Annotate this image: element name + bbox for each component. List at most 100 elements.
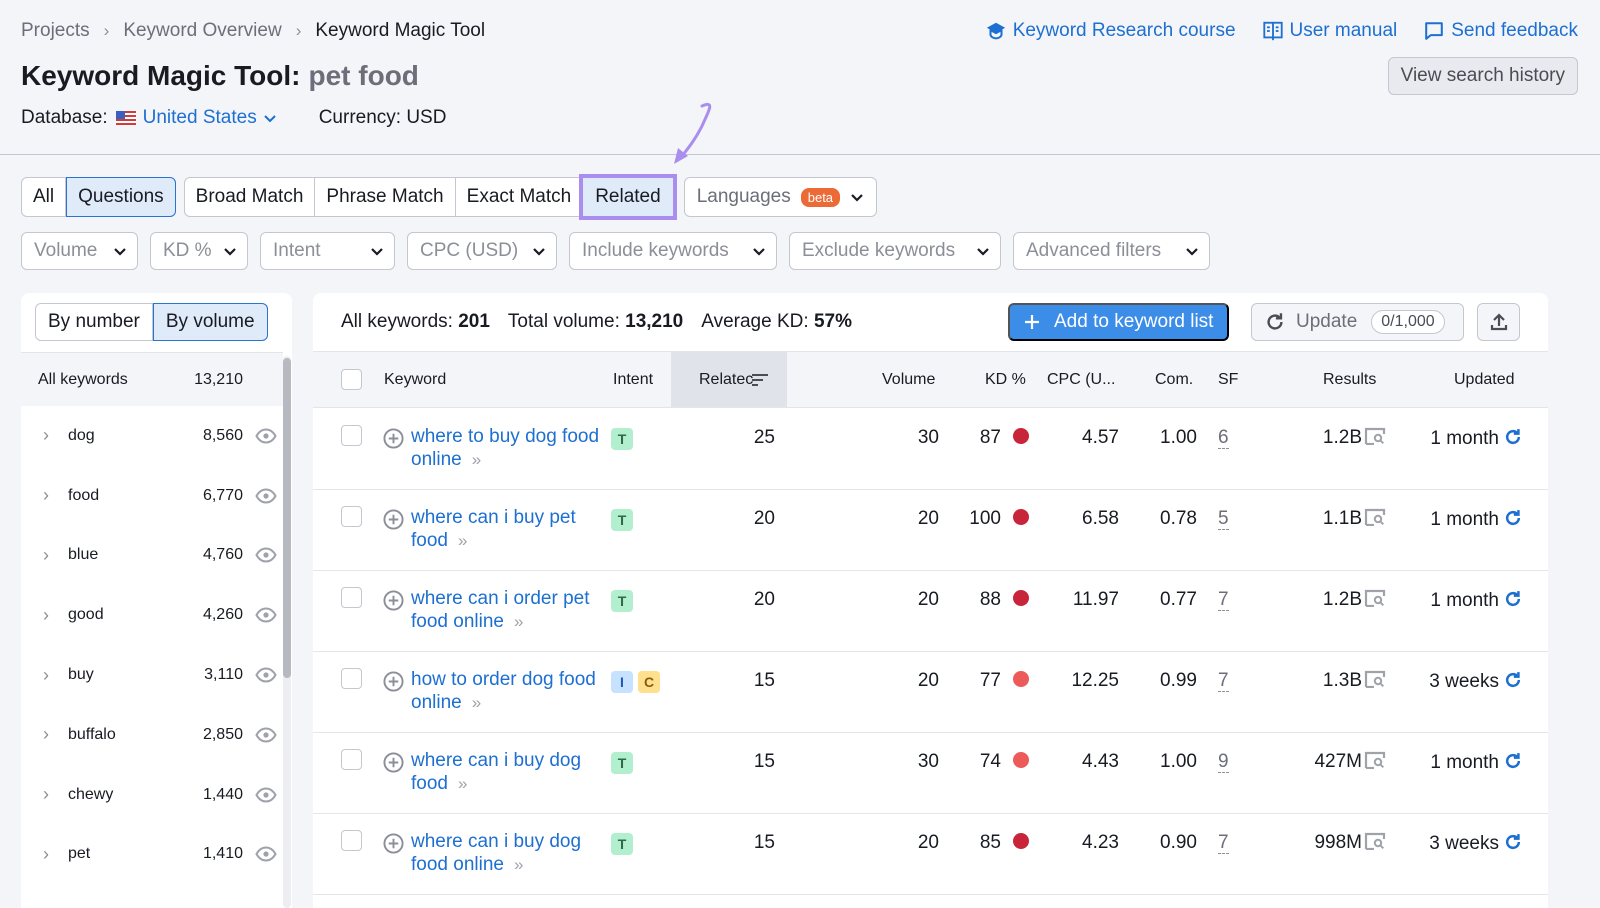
chevron-right-icon[interactable]: › bbox=[43, 665, 68, 686]
tab-phrase-match[interactable]: Phrase Match bbox=[315, 178, 456, 216]
add-keyword-plus-icon[interactable] bbox=[383, 752, 404, 773]
chevron-right-icon[interactable]: › bbox=[43, 605, 68, 626]
refresh-icon[interactable] bbox=[1503, 751, 1523, 771]
refresh-icon[interactable] bbox=[1503, 427, 1523, 447]
double-chevron-icon[interactable]: » bbox=[514, 855, 523, 874]
user-manual-link[interactable]: User manual bbox=[1262, 20, 1397, 42]
column-related[interactable]: Relatec bbox=[671, 352, 787, 407]
tab-exact-match[interactable]: Exact Match bbox=[456, 178, 584, 216]
row-checkbox[interactable] bbox=[341, 749, 362, 770]
tab-related[interactable]: Related bbox=[579, 174, 677, 220]
eye-icon[interactable] bbox=[255, 727, 277, 743]
group-item[interactable]: › chewy 1,440 bbox=[21, 765, 283, 825]
serp-preview-icon[interactable] bbox=[1364, 670, 1386, 689]
group-item[interactable]: › blue 4,760 bbox=[21, 526, 283, 586]
column-sf[interactable]: SF bbox=[1218, 352, 1238, 407]
serp-preview-icon[interactable] bbox=[1364, 508, 1386, 527]
chevron-right-icon[interactable]: › bbox=[43, 784, 68, 805]
column-keyword[interactable]: Keyword bbox=[384, 352, 446, 407]
chevron-right-icon[interactable]: › bbox=[43, 485, 68, 506]
add-keyword-plus-icon[interactable] bbox=[383, 671, 404, 692]
filter-kd[interactable]: KD % bbox=[150, 232, 248, 270]
filter-exclude-keywords[interactable]: Exclude keywords bbox=[789, 232, 1001, 270]
add-keyword-plus-icon[interactable] bbox=[383, 428, 404, 449]
serp-features-count[interactable]: 9 bbox=[1218, 751, 1229, 773]
keyword-link[interactable]: how to order dog food online bbox=[411, 669, 596, 713]
row-checkbox[interactable] bbox=[341, 668, 362, 689]
send-feedback-link[interactable]: Send feedback bbox=[1423, 20, 1578, 42]
tab-questions[interactable]: Questions bbox=[66, 177, 176, 217]
groups-scrollbar[interactable] bbox=[283, 358, 291, 678]
eye-icon[interactable] bbox=[255, 787, 277, 803]
add-to-keyword-list-button[interactable]: Add to keyword list bbox=[1008, 303, 1230, 341]
keyword-link[interactable]: where can i buy dog food online bbox=[411, 831, 581, 875]
serp-features-count[interactable]: 7 bbox=[1218, 589, 1229, 611]
chevron-right-icon[interactable]: › bbox=[43, 545, 68, 566]
group-item[interactable]: › food 6,770 bbox=[21, 466, 283, 526]
add-keyword-plus-icon[interactable] bbox=[383, 509, 404, 530]
filter-advanced[interactable]: Advanced filters bbox=[1013, 232, 1210, 270]
keyword-link[interactable]: where can i buy pet food bbox=[411, 507, 576, 551]
languages-dropdown[interactable]: Languages beta bbox=[683, 177, 878, 217]
breadcrumb-projects[interactable]: Projects bbox=[21, 20, 90, 42]
keyword-research-course-link[interactable]: Keyword Research course bbox=[985, 20, 1236, 42]
serp-preview-icon[interactable] bbox=[1364, 751, 1386, 770]
double-chevron-icon[interactable]: » bbox=[514, 612, 523, 631]
group-item[interactable]: › pet 1,410 bbox=[21, 825, 283, 885]
refresh-icon[interactable] bbox=[1503, 832, 1523, 852]
serp-features-count[interactable]: 5 bbox=[1218, 508, 1229, 530]
serp-features-count[interactable]: 7 bbox=[1218, 832, 1229, 854]
view-search-history-button[interactable]: View search history bbox=[1387, 57, 1578, 95]
double-chevron-icon[interactable]: » bbox=[472, 693, 481, 712]
keyword-link[interactable]: where to buy dog food online bbox=[411, 426, 599, 470]
by-volume-button[interactable]: By volume bbox=[152, 303, 268, 341]
group-item[interactable]: › buffalo 2,850 bbox=[21, 705, 283, 765]
column-kd[interactable]: KD % bbox=[985, 352, 1026, 407]
row-checkbox[interactable] bbox=[341, 830, 362, 851]
update-button[interactable]: Update 0/1,000 bbox=[1251, 303, 1464, 341]
column-cpc[interactable]: CPC (U... bbox=[1047, 352, 1115, 407]
double-chevron-icon[interactable]: » bbox=[458, 774, 467, 793]
serp-preview-icon[interactable] bbox=[1364, 832, 1386, 851]
database-selector[interactable]: United States bbox=[143, 107, 277, 129]
tab-broad-match[interactable]: Broad Match bbox=[185, 178, 316, 216]
column-results[interactable]: Results bbox=[1323, 352, 1376, 407]
group-item[interactable]: › dog 8,560 bbox=[21, 406, 283, 466]
serp-features-count[interactable]: 7 bbox=[1218, 670, 1229, 692]
filter-intent[interactable]: Intent bbox=[260, 232, 395, 270]
add-keyword-plus-icon[interactable] bbox=[383, 590, 404, 611]
column-com[interactable]: Com. bbox=[1155, 352, 1193, 407]
by-number-button[interactable]: By number bbox=[36, 304, 153, 340]
keyword-link[interactable]: where can i buy dog food bbox=[411, 750, 581, 794]
eye-icon[interactable] bbox=[255, 846, 277, 862]
serp-features-count[interactable]: 6 bbox=[1218, 427, 1229, 449]
keyword-link[interactable]: where can i order pet food online bbox=[411, 588, 590, 632]
tab-all[interactable]: All bbox=[22, 178, 67, 216]
eye-icon[interactable] bbox=[255, 607, 277, 623]
serp-preview-icon[interactable] bbox=[1364, 589, 1386, 608]
eye-icon[interactable] bbox=[255, 488, 277, 504]
select-all-checkbox[interactable] bbox=[341, 369, 362, 390]
refresh-icon[interactable] bbox=[1503, 589, 1523, 609]
eye-icon[interactable] bbox=[255, 547, 277, 563]
add-keyword-plus-icon[interactable] bbox=[383, 833, 404, 854]
double-chevron-icon[interactable]: » bbox=[472, 450, 481, 469]
refresh-icon[interactable] bbox=[1503, 670, 1523, 690]
row-checkbox[interactable] bbox=[341, 506, 362, 527]
breadcrumb-keyword-overview[interactable]: Keyword Overview bbox=[123, 20, 281, 42]
filter-volume[interactable]: Volume bbox=[21, 232, 138, 270]
serp-preview-icon[interactable] bbox=[1364, 427, 1386, 446]
group-item[interactable]: › buy 3,110 bbox=[21, 645, 283, 705]
export-button[interactable] bbox=[1477, 303, 1520, 341]
double-chevron-icon[interactable]: » bbox=[458, 531, 467, 550]
all-keywords-group[interactable]: All keywords 13,210 bbox=[21, 352, 283, 406]
chevron-right-icon[interactable]: › bbox=[43, 425, 68, 446]
eye-icon[interactable] bbox=[255, 667, 277, 683]
row-checkbox[interactable] bbox=[341, 425, 362, 446]
chevron-right-icon[interactable]: › bbox=[43, 844, 68, 865]
refresh-icon[interactable] bbox=[1503, 508, 1523, 528]
column-intent[interactable]: Intent bbox=[613, 352, 653, 407]
filter-include-keywords[interactable]: Include keywords bbox=[569, 232, 777, 270]
filter-cpc[interactable]: CPC (USD) bbox=[407, 232, 557, 270]
eye-icon[interactable] bbox=[255, 428, 277, 444]
